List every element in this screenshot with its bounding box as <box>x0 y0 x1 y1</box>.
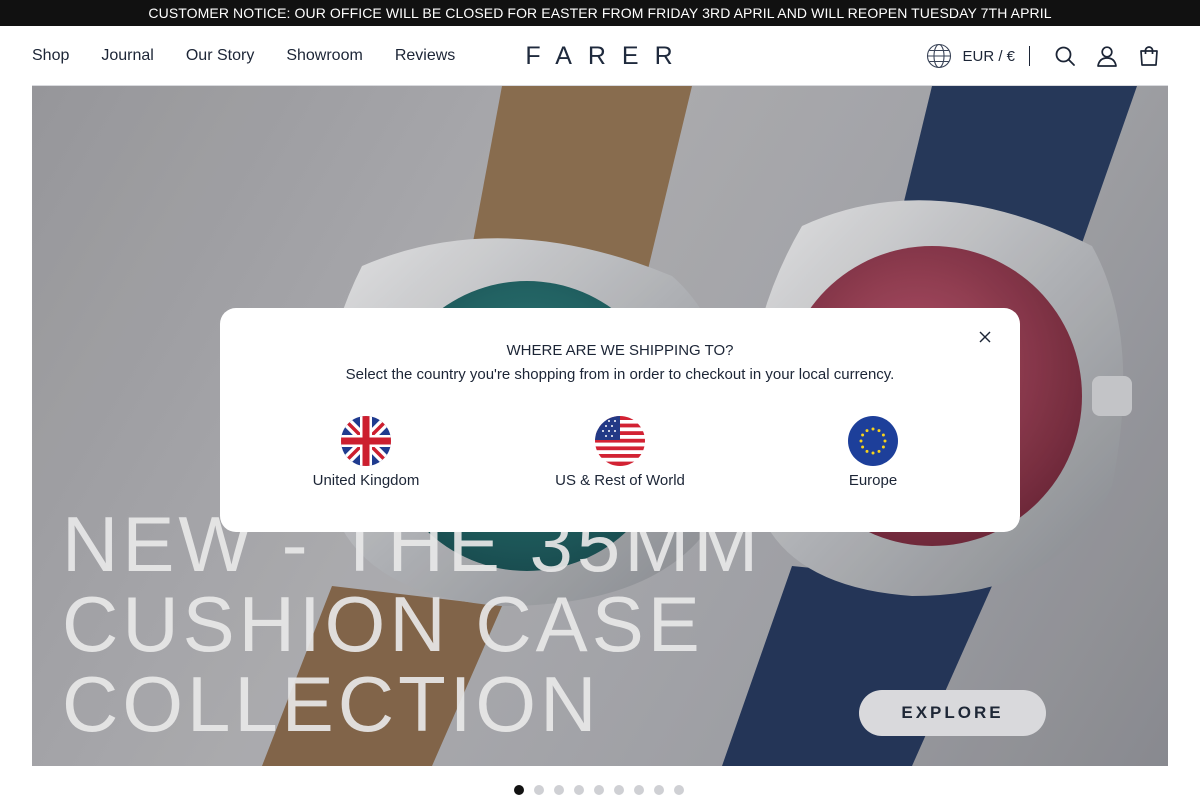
country-option-us-rest-of-world[interactable]: US & Rest of World <box>520 416 720 489</box>
farer-logo[interactable]: FARER <box>500 26 700 86</box>
shipping-country-modal: WHERE ARE WE SHIPPING TO? Select the cou… <box>220 308 1020 532</box>
country-option-europe[interactable]: Europe <box>773 416 973 489</box>
uk-flag-icon <box>341 416 391 466</box>
modal-title: WHERE ARE WE SHIPPING TO? <box>506 342 734 359</box>
nav-reviews[interactable]: Reviews <box>395 47 455 65</box>
nav-shop[interactable]: Shop <box>32 47 69 65</box>
eu-flag-icon <box>848 416 898 466</box>
country-option-label: United Kingdom <box>312 472 420 489</box>
carousel-dot-3[interactable] <box>554 785 564 795</box>
header-divider <box>1029 46 1030 66</box>
carousel-dot-7[interactable] <box>634 785 644 795</box>
country-option-label: US & Rest of World <box>555 472 685 489</box>
country-option-united-kingdom[interactable]: United Kingdom <box>266 416 466 489</box>
carousel-dot-9[interactable] <box>674 785 684 795</box>
carousel-dot-4[interactable] <box>574 785 584 795</box>
modal-subtitle: Select the country you're shopping from … <box>345 366 895 383</box>
search-icon[interactable] <box>1054 45 1076 67</box>
carousel-dot-5[interactable] <box>594 785 604 795</box>
carousel-dot-2[interactable] <box>534 785 544 795</box>
carousel-dot-6[interactable] <box>614 785 624 795</box>
site-header: Shop Journal Our Story Showroom Reviews … <box>0 26 1200 86</box>
cart-icon[interactable] <box>1138 45 1160 67</box>
main-nav: Shop Journal Our Story Showroom Reviews <box>32 26 487 86</box>
currency-selector[interactable]: EUR / € <box>962 48 1015 65</box>
us-flag-icon <box>595 416 645 466</box>
carousel-pagination <box>514 785 694 797</box>
carousel-dot-8[interactable] <box>654 785 664 795</box>
nav-journal[interactable]: Journal <box>101 47 153 65</box>
nav-our-story[interactable]: Our Story <box>186 47 254 65</box>
nav-showroom[interactable]: Showroom <box>286 47 362 65</box>
customer-notice-bar: CUSTOMER NOTICE: OUR OFFICE WILL BE CLOS… <box>0 0 1200 26</box>
carousel-dot-1[interactable] <box>514 785 524 795</box>
country-option-label: Europe <box>848 472 898 489</box>
globe-icon[interactable] <box>926 43 952 69</box>
header-utilities: EUR / € <box>926 26 1170 86</box>
account-icon[interactable] <box>1096 45 1118 67</box>
customer-notice-text: CUSTOMER NOTICE: OUR OFFICE WILL BE CLOS… <box>148 5 1052 21</box>
